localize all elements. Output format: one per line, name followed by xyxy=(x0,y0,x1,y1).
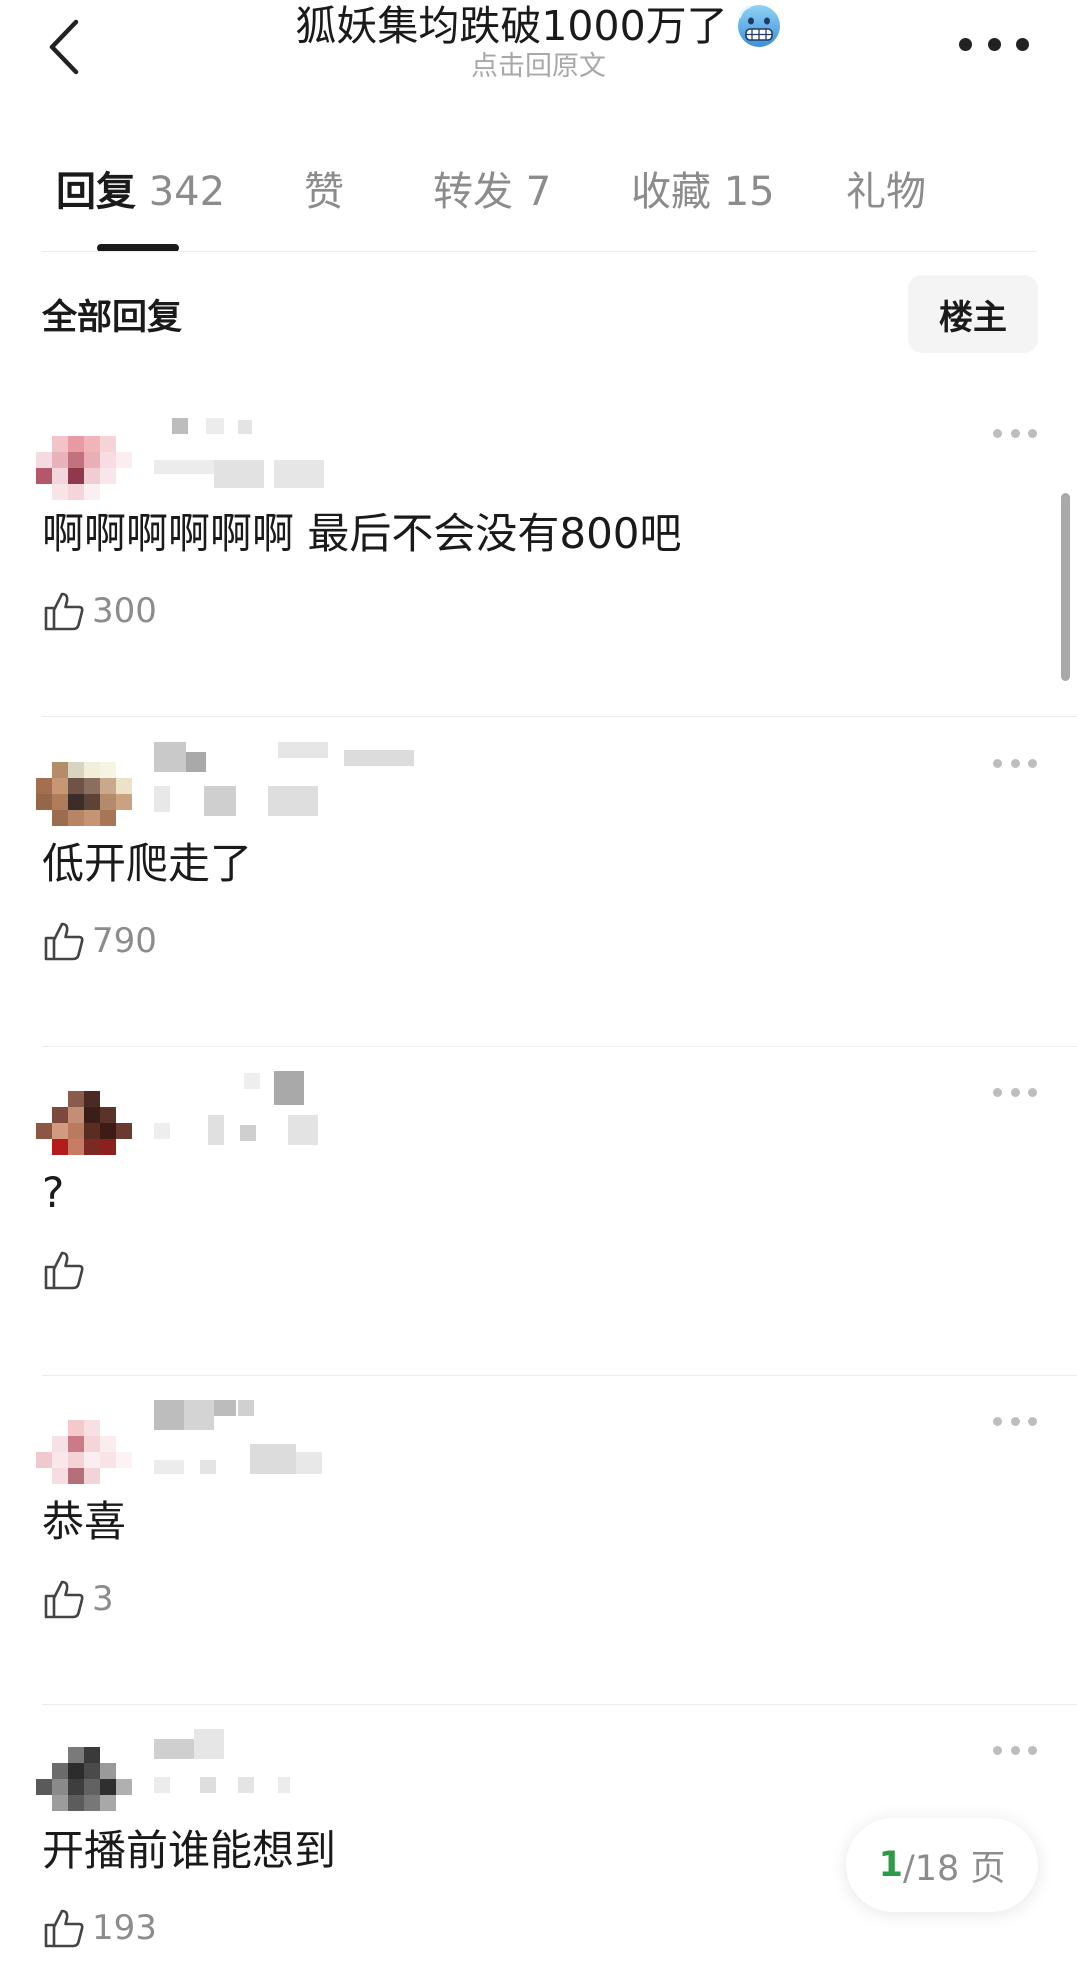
comment-meta-blurred xyxy=(154,456,334,488)
like-button[interactable]: 790 xyxy=(42,918,157,964)
like-button[interactable]: 193 xyxy=(42,1905,157,1951)
more-dot-icon xyxy=(993,1087,1002,1097)
more-dot-icon xyxy=(1010,1745,1020,1755)
total-pages: /18 页 xyxy=(902,1848,1006,1889)
page-title-text: 狐妖集均跌破1000万了 xyxy=(295,2,728,50)
tab-likes[interactable]: 赞 xyxy=(304,160,344,224)
more-dot-icon xyxy=(987,37,1001,51)
current-page: 1 xyxy=(878,1845,903,1885)
more-dot-icon xyxy=(1016,37,1029,51)
more-dot-icon xyxy=(1010,1416,1020,1426)
tab-replies-count: 342 xyxy=(148,169,226,215)
filter-row: 全部回复 楼主 xyxy=(0,275,1077,353)
like-count: 193 xyxy=(92,1908,157,1948)
more-dot-icon xyxy=(993,428,1002,438)
thumbs-up-icon xyxy=(44,592,84,631)
user-avatar[interactable] xyxy=(34,410,138,514)
comment-text: 啊啊啊啊啊啊 最后不会没有800吧 xyxy=(42,509,682,558)
comment-item[interactable]: ? xyxy=(0,1047,1077,1376)
owner-only-button[interactable]: 楼主 xyxy=(908,275,1038,353)
more-dot-icon xyxy=(993,1416,1002,1426)
more-options-button[interactable] xyxy=(959,24,1029,64)
comment-meta-blurred xyxy=(154,786,354,816)
like-button[interactable]: 300 xyxy=(42,588,157,634)
more-dot-icon xyxy=(959,37,972,51)
comment-more-button[interactable] xyxy=(993,1085,1037,1099)
username-blurred[interactable] xyxy=(154,1400,274,1430)
tab-reposts[interactable]: 转发 7 xyxy=(433,160,551,224)
back-button[interactable] xyxy=(38,12,88,82)
thumbs-up-icon xyxy=(44,1909,84,1948)
all-replies-heading: 全部回复 xyxy=(42,298,183,338)
more-dot-icon xyxy=(1028,1745,1037,1755)
username-blurred[interactable] xyxy=(154,742,434,772)
tab-reposts-count: 7 xyxy=(525,169,552,215)
more-dot-icon xyxy=(1028,428,1037,438)
like-count: 300 xyxy=(92,591,157,631)
username-blurred[interactable] xyxy=(154,412,264,442)
cold-face-emoji-icon xyxy=(737,5,780,47)
more-dot-icon xyxy=(1028,1416,1037,1426)
comment-meta-blurred xyxy=(154,1115,354,1145)
comment-more-button[interactable] xyxy=(993,426,1037,440)
tab-favorites-label: 收藏 xyxy=(631,169,711,215)
comment-text: ? xyxy=(42,1168,65,1217)
like-count: 790 xyxy=(92,921,157,961)
comment-item[interactable]: 啊啊啊啊啊啊 最后不会没有800吧 300 xyxy=(0,388,1077,717)
reply-list-page: 狐妖集均跌破1000万了 点击回原文 回复 342 赞 转发 7 收藏 15 礼… xyxy=(0,0,1077,1963)
thumbs-up-icon xyxy=(44,922,84,961)
user-avatar[interactable] xyxy=(34,1069,138,1173)
comment-text: 低开爬走了 xyxy=(42,839,253,888)
comment-meta-blurred xyxy=(154,1773,334,1803)
comment-more-button[interactable] xyxy=(993,1743,1037,1757)
tabs-divider xyxy=(42,251,1037,252)
comment-divider xyxy=(42,716,1077,717)
tab-reposts-label: 转发 xyxy=(433,169,513,215)
title-block: 狐妖集均跌破1000万了 点击回原文 xyxy=(200,0,877,82)
tab-favorites-count: 15 xyxy=(723,169,775,215)
scrollbar-thumb[interactable] xyxy=(1061,493,1070,681)
comment-meta-blurred xyxy=(154,1444,374,1474)
tab-replies[interactable]: 回复 342 xyxy=(56,160,225,224)
comment-more-button[interactable] xyxy=(993,756,1037,770)
tab-replies-label: 回复 xyxy=(56,169,136,215)
more-dot-icon xyxy=(1010,758,1020,768)
user-avatar[interactable] xyxy=(34,740,138,844)
more-dot-icon xyxy=(1028,758,1037,768)
back-to-original-link[interactable]: 点击回原文 xyxy=(200,52,877,82)
tab-likes-label: 赞 xyxy=(304,169,344,215)
comment-item[interactable]: 恭喜 3 xyxy=(0,1376,1077,1705)
back-arrow-icon xyxy=(49,19,79,75)
comment-item[interactable]: 低开爬走了 790 xyxy=(0,718,1077,1047)
username-blurred[interactable] xyxy=(154,1071,304,1105)
thumbs-up-icon xyxy=(44,1251,84,1290)
pagination-indicator[interactable]: 1 /18 页 xyxy=(846,1818,1038,1912)
more-dot-icon xyxy=(1028,1087,1037,1097)
top-bar: 狐妖集均跌破1000万了 点击回原文 xyxy=(0,0,1077,110)
tab-gifts-label: 礼物 xyxy=(846,169,926,215)
more-dot-icon xyxy=(1010,1087,1020,1097)
tab-bar: 回复 342 赞 转发 7 收藏 15 礼物 xyxy=(0,160,1077,252)
comment-text: 开播前谁能想到 xyxy=(42,1826,337,1875)
more-dot-icon xyxy=(1010,428,1020,438)
more-dot-icon xyxy=(993,758,1002,768)
username-blurred[interactable] xyxy=(154,1729,234,1759)
like-button[interactable]: 3 xyxy=(42,1576,114,1622)
user-avatar[interactable] xyxy=(34,1398,138,1502)
more-dot-icon xyxy=(993,1745,1002,1755)
like-count: 3 xyxy=(92,1579,114,1619)
user-avatar[interactable] xyxy=(34,1727,138,1831)
page-title[interactable]: 狐妖集均跌破1000万了 xyxy=(295,0,781,52)
thumbs-up-icon xyxy=(44,1580,84,1619)
comment-more-button[interactable] xyxy=(993,1414,1037,1428)
comment-text: 恭喜 xyxy=(42,1497,127,1546)
like-button[interactable] xyxy=(42,1247,92,1293)
tab-favorites[interactable]: 收藏 15 xyxy=(631,160,775,224)
tab-gifts[interactable]: 礼物 xyxy=(846,160,926,224)
